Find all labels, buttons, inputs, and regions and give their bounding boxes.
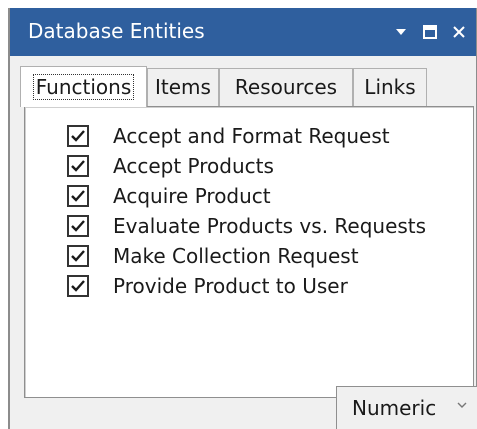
chevron-down-icon (457, 402, 467, 408)
list-item[interactable]: Accept and Format Request (67, 121, 467, 151)
list-item[interactable]: Evaluate Products vs. Requests (67, 211, 467, 241)
list-item-label: Accept Products (113, 154, 274, 178)
functions-checklist: Accept and Format Request Accept Product… (67, 121, 467, 301)
list-item-label: Accept and Format Request (113, 124, 390, 148)
panel-titlebar[interactable]: Database Entities (10, 8, 476, 56)
list-item-label: Provide Product to User (113, 274, 348, 298)
list-item-label: Acquire Product (113, 184, 271, 208)
tab-items[interactable]: Items (147, 68, 219, 106)
checkbox[interactable] (67, 215, 89, 237)
chevron-down-icon (396, 29, 406, 35)
checkbox[interactable] (67, 125, 89, 147)
close-button[interactable] (444, 8, 474, 56)
tab-links[interactable]: Links (353, 68, 427, 106)
list-item-label: Make Collection Request (113, 244, 359, 268)
tab-resources[interactable]: Resources (219, 68, 353, 106)
list-item[interactable]: Acquire Product (67, 181, 467, 211)
checkmark-icon (71, 220, 85, 232)
checkmark-icon (71, 190, 85, 202)
tab-links-label: Links (364, 75, 416, 99)
tab-functions[interactable]: Functions (20, 66, 147, 107)
maximize-icon (423, 25, 437, 39)
functions-tab-content: Accept and Format Request Accept Product… (24, 106, 474, 398)
tab-resources-label: Resources (234, 75, 338, 99)
panel-menu-button[interactable] (386, 8, 416, 56)
checkmark-icon (71, 130, 85, 142)
checkmark-icon (71, 280, 85, 292)
tab-functions-label: Functions (32, 74, 135, 100)
checkmark-icon (71, 160, 85, 172)
checkbox[interactable] (67, 155, 89, 177)
checkmark-icon (71, 250, 85, 262)
list-item[interactable]: Accept Products (67, 151, 467, 181)
checkbox[interactable] (67, 275, 89, 297)
list-item[interactable]: Provide Product to User (67, 271, 467, 301)
list-item-label: Evaluate Products vs. Requests (113, 214, 427, 238)
checkbox[interactable] (67, 185, 89, 207)
sort-mode-value: Numeric (352, 396, 437, 420)
panel-title: Database Entities (28, 19, 205, 43)
sort-mode-select[interactable]: Numeric (336, 386, 477, 429)
database-entities-panel: Database Entities Functions Items Resour… (8, 8, 477, 429)
tab-items-label: Items (155, 75, 211, 99)
close-icon (453, 26, 465, 38)
list-item[interactable]: Make Collection Request (67, 241, 467, 271)
maximize-button[interactable] (415, 8, 445, 56)
checkbox[interactable] (67, 245, 89, 267)
